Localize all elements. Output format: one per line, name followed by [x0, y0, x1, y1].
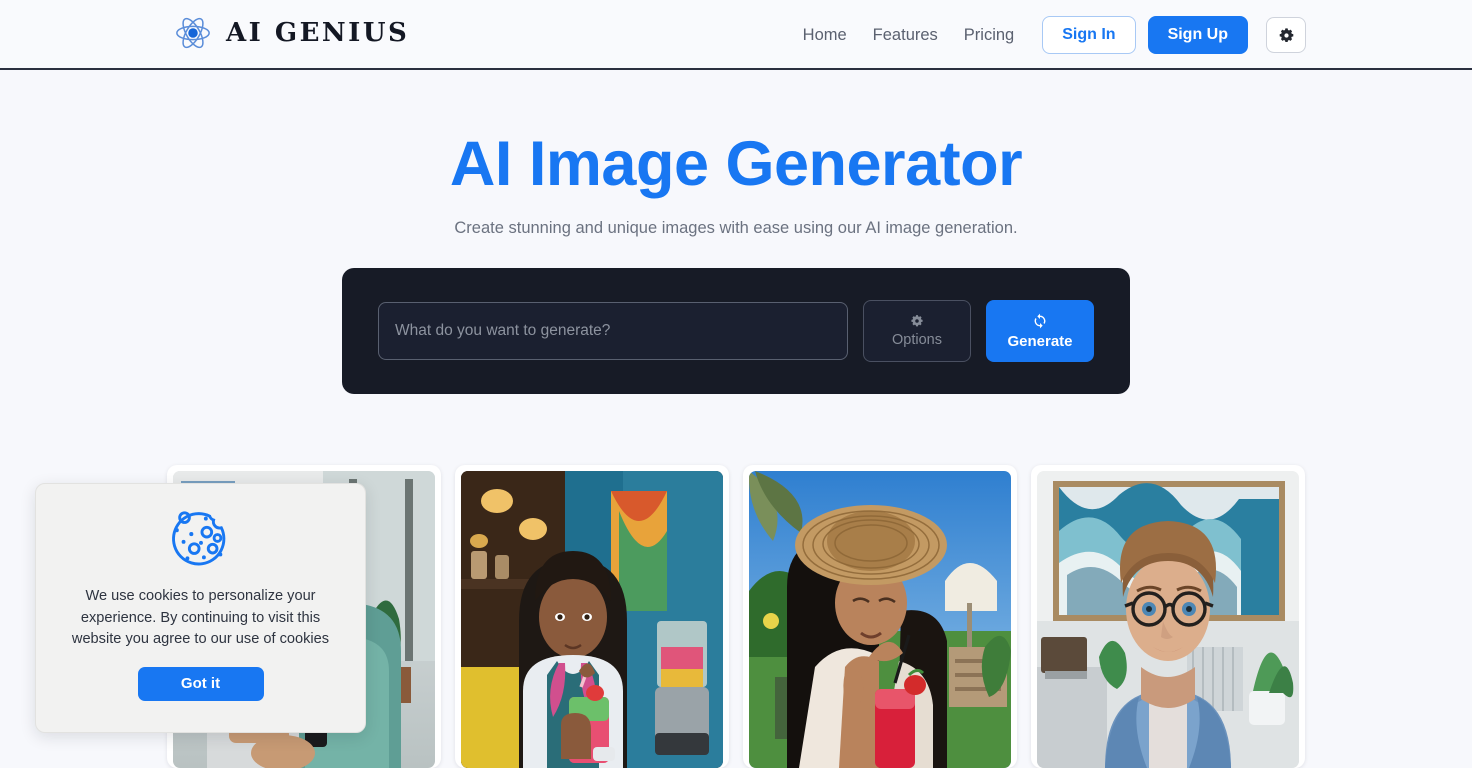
settings-button[interactable]: [1266, 17, 1306, 53]
atom-icon: [176, 17, 210, 49]
sign-up-button[interactable]: Sign Up: [1147, 16, 1248, 54]
nav-link-pricing[interactable]: Pricing: [964, 26, 1014, 45]
generator-panel: Options Generate: [342, 268, 1130, 394]
refresh-icon: [1034, 313, 1046, 328]
options-button-label: Options: [892, 332, 942, 348]
brand-name: AI GENIUS: [226, 18, 410, 48]
sign-in-button[interactable]: Sign In: [1042, 16, 1136, 54]
cookie-icon: [171, 511, 225, 566]
page-title: AI Image Generator: [449, 129, 1023, 199]
cookie-message: We use cookies to personalize your exper…: [71, 588, 330, 648]
gallery-card[interactable]: [455, 465, 729, 768]
gallery-card[interactable]: [1031, 465, 1305, 768]
prompt-input[interactable]: [378, 302, 848, 360]
nav-link-home[interactable]: Home: [803, 26, 847, 45]
site-header: AI GENIUS Home Features Pricing Sign In …: [0, 0, 1472, 70]
options-button[interactable]: Options: [863, 300, 971, 362]
brand-logo[interactable]: AI GENIUS: [174, 14, 409, 52]
gallery-card[interactable]: [743, 465, 1017, 768]
page-root: AI GENIUS Home Features Pricing Sign In …: [0, 0, 1472, 768]
generated-image: [749, 471, 1011, 768]
main-navigation: Home Features Pricing Sign In Sign Up: [803, 0, 1306, 70]
nav-link-features[interactable]: Features: [873, 26, 938, 45]
cookie-consent-dialog: We use cookies to personalize your exper…: [35, 483, 366, 733]
generate-button[interactable]: Generate: [986, 300, 1094, 362]
atom-nucleus: [188, 28, 198, 38]
generated-image: [461, 471, 723, 768]
generated-image: [1037, 471, 1299, 768]
gear-icon: [1279, 27, 1293, 42]
hero-subtitle: Create stunning and unique images with e…: [454, 219, 1018, 238]
gear-icon: [911, 315, 923, 327]
hero-section: AI Image Generator Create stunning and u…: [0, 70, 1472, 238]
cookie-accept-button[interactable]: Got it: [137, 666, 264, 701]
generate-button-label: Generate: [1007, 332, 1073, 350]
